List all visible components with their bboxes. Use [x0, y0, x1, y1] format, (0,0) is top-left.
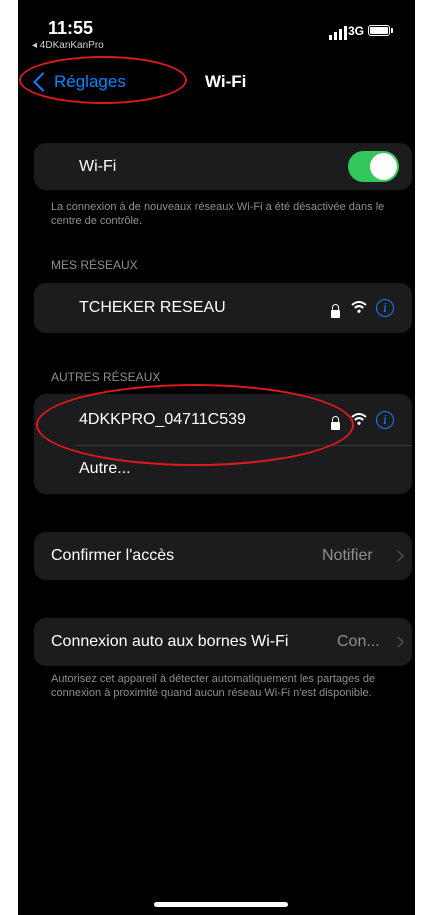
other-network-row[interactable]: Autre...: [34, 445, 412, 494]
my-networks-header: MES RÉSEAUX: [51, 258, 138, 272]
back-to-app-link[interactable]: ◂ 4DKanKanPro: [32, 40, 104, 51]
wifi-disabled-note: La connexion à de nouveaux réseaux Wi-Fi…: [51, 201, 385, 227]
auto-join-value: Con...: [337, 633, 380, 650]
chevron-right-icon: [392, 636, 404, 648]
network-name: TCHEKER RESEAU: [79, 299, 226, 316]
wifi-toggle-switch[interactable]: [348, 151, 399, 182]
status-bar: 11:55 ◂ 4DKanKanPro 3G: [18, 0, 415, 60]
navigation-bar: Réglages Wi-Fi: [18, 62, 415, 106]
wifi-icon: [351, 413, 367, 425]
lock-icon: [331, 416, 340, 430]
settings-screen: 11:55 ◂ 4DKanKanPro 3G Réglages Wi-Fi Wi…: [18, 0, 415, 915]
cellular-signal-icon: [329, 26, 347, 40]
auto-join-note: Autorisez cet appareil à détecter automa…: [51, 673, 376, 699]
wifi-toggle-group: Wi-Fi: [34, 143, 412, 190]
back-button[interactable]: Réglages: [28, 72, 126, 92]
network-row[interactable]: TCHEKER RESEAU i: [34, 283, 412, 333]
wifi-toggle-row: Wi-Fi: [34, 143, 412, 190]
auto-join-label: Connexion auto aux bornes Wi-Fi: [51, 633, 289, 650]
home-indicator[interactable]: [154, 902, 288, 907]
my-networks-group: TCHEKER RESEAU i: [34, 283, 412, 333]
info-icon[interactable]: i: [376, 411, 394, 429]
page-title: Wi-Fi: [205, 72, 247, 91]
back-button-label: Réglages: [54, 72, 126, 91]
status-time: 11:55: [48, 18, 94, 38]
ask-to-join-value: Notifier: [322, 547, 373, 564]
ask-to-join-group: Confirmer l'accès Notifier: [34, 532, 412, 580]
other-networks-group: 4DKKPRO_04711C539 i Autre...: [34, 394, 412, 494]
wifi-toggle-label: Wi-Fi: [79, 158, 117, 175]
info-icon[interactable]: i: [376, 299, 394, 317]
chevron-right-icon: [392, 550, 404, 562]
other-network-label: Autre...: [79, 460, 131, 477]
auto-join-row[interactable]: Connexion auto aux bornes Wi-Fi Con...: [34, 618, 412, 666]
lock-icon: [331, 304, 340, 318]
network-row[interactable]: 4DKKPRO_04711C539 i: [34, 394, 412, 444]
auto-join-group: Connexion auto aux bornes Wi-Fi Con...: [34, 618, 412, 666]
battery-tip: [391, 28, 393, 33]
wifi-icon: [351, 301, 367, 313]
ask-to-join-label: Confirmer l'accès: [51, 547, 175, 564]
network-type: 3G: [348, 24, 365, 38]
chevron-left-icon: [33, 72, 53, 92]
other-networks-header: AUTRES RÉSEAUX: [51, 370, 161, 384]
battery-icon: [368, 25, 390, 36]
ask-to-join-row[interactable]: Confirmer l'accès Notifier: [34, 532, 412, 580]
network-name: 4DKKPRO_04711C539: [79, 411, 246, 428]
toggle-knob: [370, 153, 397, 180]
